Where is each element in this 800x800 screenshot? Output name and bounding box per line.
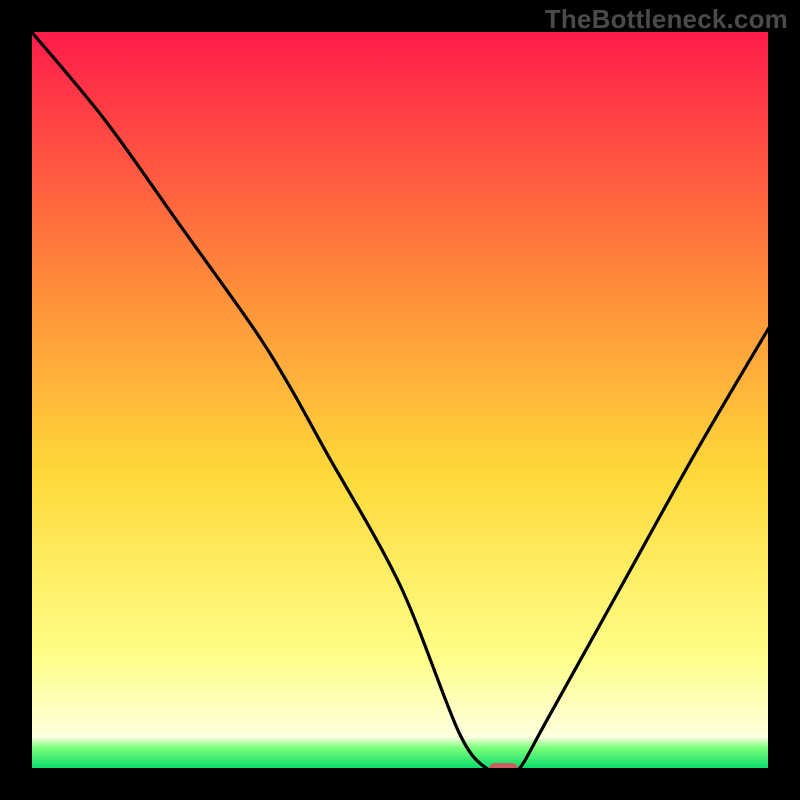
plot-background (30, 30, 770, 770)
watermark-label: TheBottleneck.com (545, 4, 788, 35)
bottleneck-chart (0, 0, 800, 800)
chart-frame: TheBottleneck.com (0, 0, 800, 800)
